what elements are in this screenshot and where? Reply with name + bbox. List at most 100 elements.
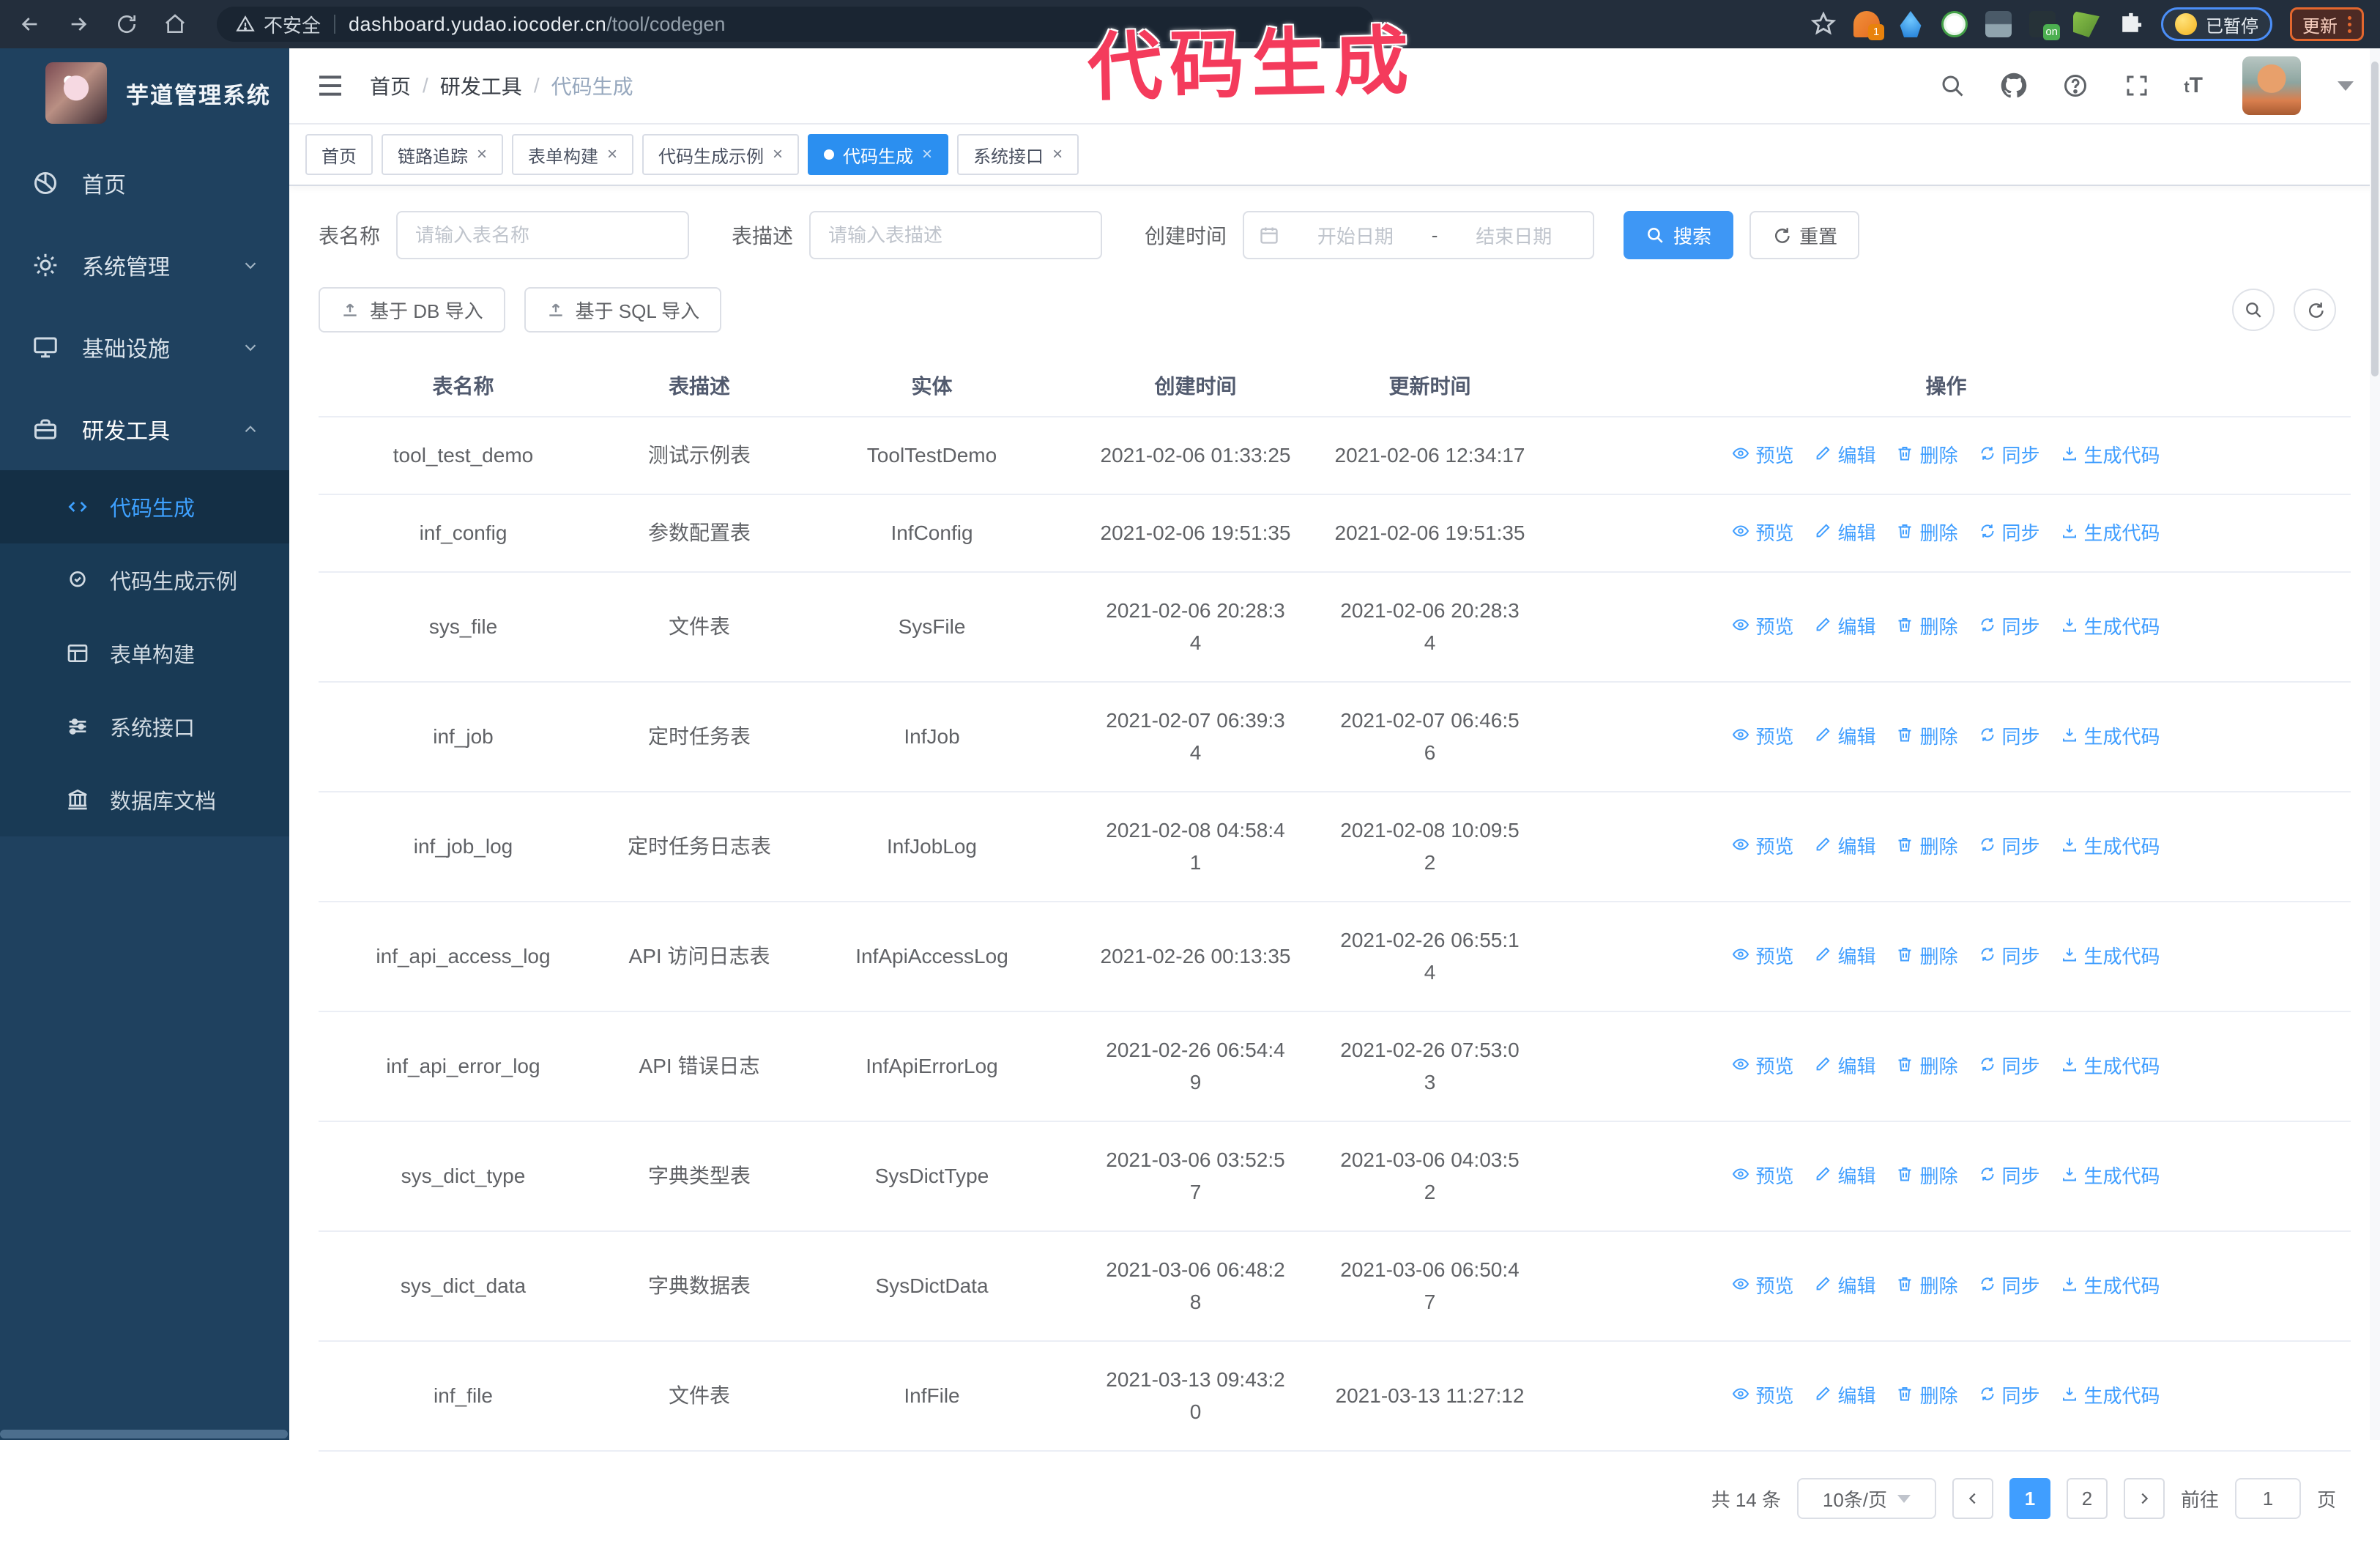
extensions-puzzle-icon[interactable] — [2117, 11, 2143, 37]
预览-action-link[interactable]: 预览 — [1732, 940, 1793, 973]
tab-close-icon[interactable]: × — [1052, 146, 1063, 163]
browser-home-icon[interactable] — [161, 10, 189, 38]
search-button[interactable]: 搜索 — [1624, 211, 1733, 259]
生成代码-action-link[interactable]: 生成代码 — [2061, 517, 2160, 549]
编辑-action-link[interactable]: 编辑 — [1814, 1050, 1875, 1083]
breadcrumb-devtools[interactable]: 研发工具 — [440, 71, 522, 100]
help-icon[interactable] — [2061, 71, 2090, 100]
预览-action-link[interactable]: 预览 — [1732, 1380, 1793, 1412]
reset-button[interactable]: 重置 — [1749, 211, 1859, 259]
sidebar-subitem-系统接口[interactable]: 系统接口 — [0, 690, 289, 763]
同步-action-link[interactable]: 同步 — [1979, 1270, 2040, 1302]
vertical-scrollbar-thumb[interactable] — [2371, 62, 2379, 376]
breadcrumb-home[interactable]: 首页 — [370, 71, 411, 100]
同步-action-link[interactable]: 同步 — [1979, 831, 2040, 863]
删除-action-link[interactable]: 删除 — [1896, 721, 1957, 753]
sidebar-item-基础设施[interactable]: 基础设施 — [0, 306, 289, 388]
生成代码-action-link[interactable]: 生成代码 — [2061, 721, 2160, 753]
删除-action-link[interactable]: 删除 — [1896, 1050, 1957, 1083]
删除-action-link[interactable]: 删除 — [1896, 517, 1957, 549]
table-desc-input[interactable] — [809, 211, 1102, 259]
同步-action-link[interactable]: 同步 — [1979, 439, 2040, 472]
生成代码-action-link[interactable]: 生成代码 — [2061, 439, 2160, 472]
tab-close-icon[interactable]: × — [773, 146, 783, 163]
同步-action-link[interactable]: 同步 — [1979, 1160, 2040, 1192]
预览-action-link[interactable]: 预览 — [1732, 1270, 1793, 1302]
编辑-action-link[interactable]: 编辑 — [1814, 1270, 1875, 1302]
browser-forward-icon[interactable] — [64, 10, 92, 38]
vertical-scrollbar[interactable] — [2370, 48, 2380, 1440]
编辑-action-link[interactable]: 编辑 — [1814, 940, 1875, 973]
page-button-2[interactable]: 2 — [2067, 1478, 2108, 1519]
sidebar-subitem-表单构建[interactable]: 表单构建 — [0, 617, 289, 690]
sidebar-subitem-数据库文档[interactable]: 数据库文档 — [0, 763, 289, 836]
预览-action-link[interactable]: 预览 — [1732, 721, 1793, 753]
tab-表单构建[interactable]: 表单构建× — [512, 134, 633, 175]
tab-首页[interactable]: 首页 — [305, 134, 373, 175]
删除-action-link[interactable]: 删除 — [1896, 940, 1957, 973]
sidebar-item-系统管理[interactable]: 系统管理 — [0, 224, 289, 306]
refresh-table-button[interactable] — [2294, 289, 2336, 331]
extension-icon-1[interactable]: 1 — [1853, 11, 1880, 37]
tab-代码生成[interactable]: 代码生成× — [808, 134, 948, 175]
编辑-action-link[interactable]: 编辑 — [1814, 439, 1875, 472]
extension-icon-2[interactable] — [1897, 11, 1924, 37]
生成代码-action-link[interactable]: 生成代码 — [2061, 1160, 2160, 1192]
生成代码-action-link[interactable]: 生成代码 — [2061, 940, 2160, 973]
browser-reload-icon[interactable] — [113, 10, 141, 38]
编辑-action-link[interactable]: 编辑 — [1814, 1160, 1875, 1192]
github-icon[interactable] — [1999, 71, 2028, 100]
table-name-input[interactable] — [396, 211, 689, 259]
avatar-caret-down-icon[interactable] — [2338, 81, 2354, 91]
sidebar-subitem-代码生成[interactable]: 代码生成 — [0, 470, 289, 543]
sidebar-item-研发工具[interactable]: 研发工具 — [0, 388, 289, 470]
生成代码-action-link[interactable]: 生成代码 — [2061, 1050, 2160, 1083]
tab-close-icon[interactable]: × — [922, 146, 932, 163]
同步-action-link[interactable]: 同步 — [1979, 721, 2040, 753]
删除-action-link[interactable]: 删除 — [1896, 1160, 1957, 1192]
生成代码-action-link[interactable]: 生成代码 — [2061, 831, 2160, 863]
not-secure-label[interactable]: 不安全 — [264, 11, 321, 38]
编辑-action-link[interactable]: 编辑 — [1814, 721, 1875, 753]
预览-action-link[interactable]: 预览 — [1732, 831, 1793, 863]
extension-icon-3[interactable] — [1941, 11, 1968, 37]
font-size-icon[interactable]: tT — [2184, 73, 2203, 98]
browser-menu-dots-icon[interactable] — [2348, 16, 2351, 33]
同步-action-link[interactable]: 同步 — [1979, 1050, 2040, 1083]
tab-close-icon[interactable]: × — [607, 146, 617, 163]
browser-back-icon[interactable] — [16, 10, 44, 38]
删除-action-link[interactable]: 删除 — [1896, 1270, 1957, 1302]
fullscreen-icon[interactable] — [2122, 71, 2152, 100]
sidebar-subitem-代码生成示例[interactable]: 代码生成示例 — [0, 543, 289, 617]
生成代码-action-link[interactable]: 生成代码 — [2061, 1380, 2160, 1412]
end-date-placeholder[interactable]: 结束日期 — [1449, 222, 1578, 249]
编辑-action-link[interactable]: 编辑 — [1814, 1380, 1875, 1412]
同步-action-link[interactable]: 同步 — [1979, 517, 2040, 549]
create-time-range-picker[interactable]: 开始日期 - 结束日期 — [1243, 211, 1594, 259]
bookmark-star-icon[interactable] — [1811, 12, 1836, 37]
sidebar-collapse-icon[interactable] — [316, 71, 345, 100]
删除-action-link[interactable]: 删除 — [1896, 831, 1957, 863]
tab-系统接口[interactable]: 系统接口× — [957, 134, 1079, 175]
同步-action-link[interactable]: 同步 — [1979, 1380, 2040, 1412]
删除-action-link[interactable]: 删除 — [1896, 439, 1957, 472]
预览-action-link[interactable]: 预览 — [1732, 611, 1793, 643]
user-avatar[interactable] — [2242, 56, 2301, 115]
extension-icon-6[interactable] — [2073, 11, 2100, 37]
预览-action-link[interactable]: 预览 — [1732, 517, 1793, 549]
编辑-action-link[interactable]: 编辑 — [1814, 831, 1875, 863]
生成代码-action-link[interactable]: 生成代码 — [2061, 1270, 2160, 1302]
同步-action-link[interactable]: 同步 — [1979, 611, 2040, 643]
sidebar-item-首页[interactable]: 首页 — [0, 142, 289, 224]
profile-paused-pill[interactable]: 已暂停 — [2161, 7, 2272, 41]
删除-action-link[interactable]: 删除 — [1896, 611, 1957, 643]
删除-action-link[interactable]: 删除 — [1896, 1380, 1957, 1412]
import-db-button[interactable]: 基于 DB 导入 — [319, 287, 505, 333]
tab-代码生成示例[interactable]: 代码生成示例× — [642, 134, 799, 175]
horizontal-scrollbar-thumb[interactable] — [0, 1430, 288, 1438]
预览-action-link[interactable]: 预览 — [1732, 439, 1793, 472]
toggle-search-button[interactable] — [2232, 289, 2275, 331]
sidebar-logo-row[interactable]: 芋道管理系统 — [0, 48, 289, 138]
search-icon[interactable] — [1938, 71, 1967, 100]
page-button-1[interactable]: 1 — [2009, 1478, 2050, 1519]
